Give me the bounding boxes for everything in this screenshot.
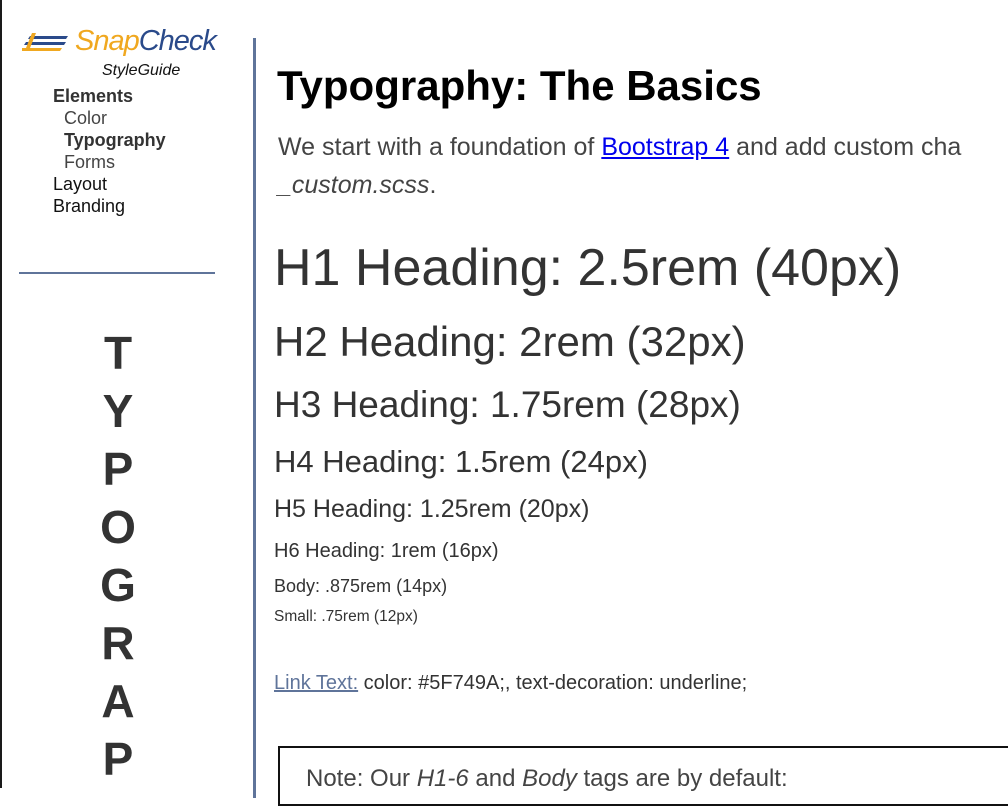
- sidebar: SnapCheck StyleGuide Elements Color Typo…: [0, 0, 250, 788]
- note-box: Note: Our H1-6 and Body tags are by defa…: [278, 746, 1008, 806]
- lines-logo-icon: [22, 33, 68, 51]
- vertical-letter: G: [100, 559, 136, 611]
- intro-text-continued: and add custom cha: [729, 133, 962, 161]
- h4-sample: H4 Heading: 1.5rem (24px): [274, 444, 648, 479]
- logo-wordmark: SnapCheck: [75, 24, 217, 57]
- vertical-letter: Y: [102, 385, 134, 437]
- nav-item-typography[interactable]: Typography: [53, 129, 166, 151]
- nav-item-layout[interactable]: Layout: [53, 173, 166, 195]
- note-text: Note: Our H1-6 and Body tags are by defa…: [306, 765, 788, 793]
- vertical-letter: R: [101, 617, 135, 669]
- vertical-letter: T: [103, 327, 133, 379]
- intro-text: We start with a foundation of: [278, 133, 602, 161]
- logo-check: Check: [138, 24, 217, 57]
- styleguide-subtitle: StyleGuide: [102, 62, 181, 79]
- page-title: Typography: The Basics: [277, 62, 762, 109]
- logo-snap: Snap: [75, 24, 140, 57]
- link-text-example[interactable]: Link Text:: [274, 672, 358, 694]
- sidebar-nav: Elements Color Typography Forms Layout B…: [53, 85, 166, 217]
- h3-sample: H3 Heading: 1.75rem (28px): [274, 384, 741, 425]
- h5-sample: H5 Heading: 1.25rem (20px): [274, 495, 590, 523]
- h6-sample: H6 Heading: 1rem (16px): [274, 540, 499, 562]
- vertical-letter: A: [101, 675, 135, 727]
- intro-period: .: [429, 171, 437, 199]
- vertical-letter: P: [102, 443, 134, 495]
- sidebar-divider: [19, 272, 215, 274]
- link-example: Link Text: color: #5F749A;, text-decorat…: [274, 672, 747, 695]
- nav-item-elements[interactable]: Elements: [53, 85, 166, 107]
- main-divider: [253, 38, 256, 798]
- intro-paragraph: We start with a foundation of Bootstrap …: [278, 128, 961, 204]
- logo[interactable]: SnapCheck: [22, 24, 217, 58]
- h1-sample: H1 Heading: 2.5rem (40px): [274, 239, 902, 297]
- nav-item-forms[interactable]: Forms: [53, 151, 166, 173]
- link-style-description: color: #5F749A;, text-decoration: underl…: [358, 672, 748, 694]
- bootstrap-link[interactable]: Bootstrap 4: [601, 133, 729, 161]
- intro-filename: _custom.scss: [278, 171, 430, 199]
- nav-item-color[interactable]: Color: [53, 107, 166, 129]
- vertical-section-title: T Y P O G R A P: [78, 324, 158, 788]
- nav-item-branding[interactable]: Branding: [53, 195, 166, 217]
- small-sample: Small: .75rem (12px): [274, 608, 418, 625]
- vertical-letter: O: [100, 501, 136, 553]
- vertical-letter: P: [102, 733, 134, 785]
- body-sample: Body: .875rem (14px): [274, 576, 448, 596]
- h2-sample: H2 Heading: 2rem (32px): [274, 318, 746, 365]
- main-content: Typography: The Basics We start with a f…: [274, 0, 1008, 806]
